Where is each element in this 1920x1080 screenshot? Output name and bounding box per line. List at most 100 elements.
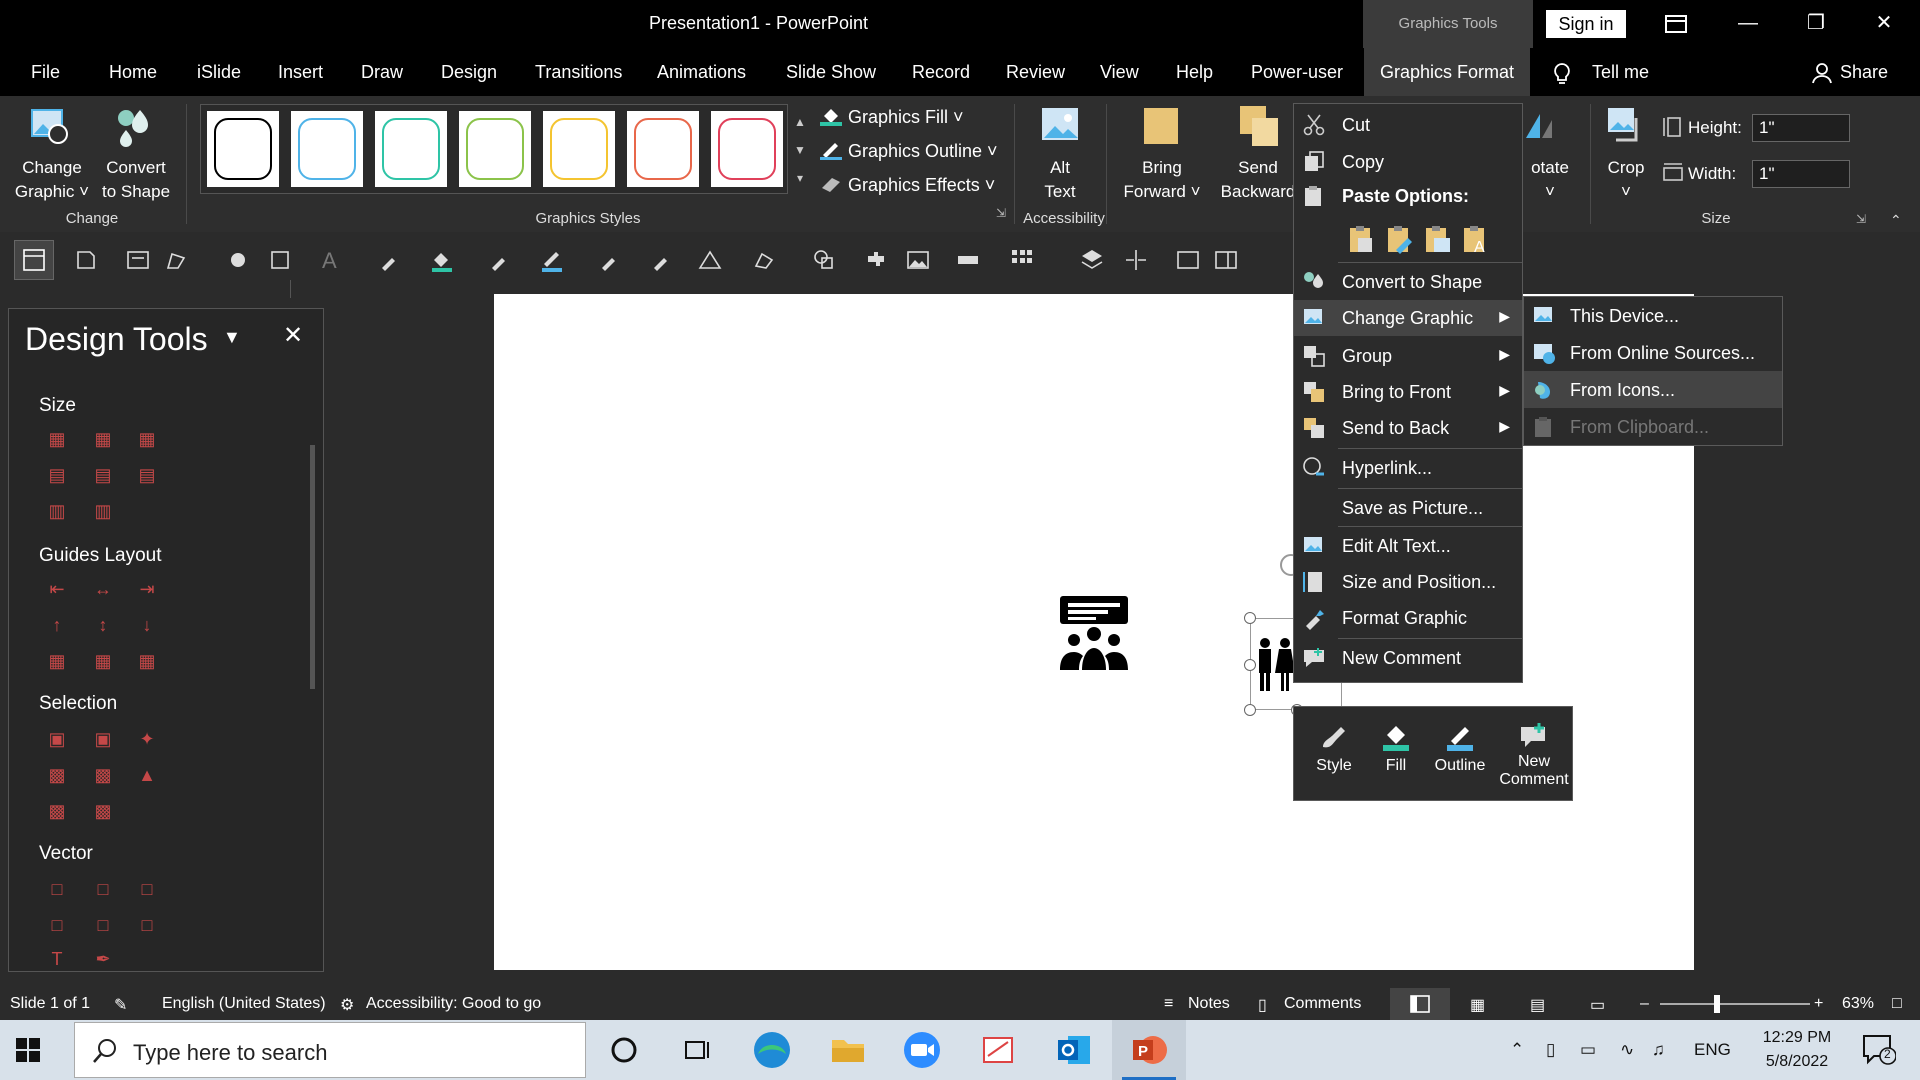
zoom-in-button[interactable]: + — [1814, 995, 1823, 1013]
style-swatch[interactable] — [543, 111, 615, 187]
puzzle-icon[interactable] — [864, 248, 888, 272]
align-icon[interactable] — [698, 248, 722, 272]
gallery-scroll[interactable]: ▲ ▼ ▾ — [792, 108, 808, 192]
guide-center-icon[interactable]: ↔ — [93, 579, 113, 599]
snipping-tool-icon[interactable] — [974, 1026, 1022, 1074]
mini-fill-button[interactable]: Fill — [1364, 713, 1428, 797]
menu-item-hyperlink[interactable]: Hyperlink... — [1294, 450, 1522, 486]
comments-icon[interactable]: ▯ — [1258, 995, 1267, 1015]
bring-forward-button[interactable]: Bring Forward ˅ — [1116, 156, 1208, 204]
grid-icon[interactable] — [1010, 248, 1034, 272]
freeform-tool-icon[interactable] — [164, 248, 188, 272]
eyedropper-icon[interactable] — [488, 248, 512, 272]
size-tool-icon[interactable]: ▥ — [93, 501, 113, 521]
battery-icon[interactable]: ▭ — [1580, 1040, 1596, 1060]
size-dialog-launcher-icon[interactable]: ⇲ — [1856, 212, 1866, 226]
windows-start-icon[interactable] — [16, 1038, 40, 1067]
layers-icon[interactable] — [1080, 248, 1104, 272]
panel-close-icon[interactable]: ✕ — [283, 321, 303, 350]
menu-item-format-graphic[interactable]: Format Graphic — [1294, 600, 1522, 636]
taskbar-search-box[interactable]: Type here to search — [74, 1022, 586, 1078]
comments-button[interactable]: Comments — [1284, 995, 1361, 1013]
tab-animations[interactable]: Animations — [657, 62, 746, 83]
menu-item-save-as-picture[interactable]: Save as Picture... — [1294, 490, 1522, 526]
powerpoint-taskbar-button[interactable]: P — [1112, 1020, 1186, 1080]
menu-item-cut[interactable]: Cut — [1294, 107, 1522, 143]
paste-picture-icon[interactable] — [1424, 224, 1452, 254]
tab-slide-show[interactable]: Slide Show — [786, 62, 876, 83]
tab-insert[interactable]: Insert — [278, 62, 323, 83]
minimize-icon[interactable]: — — [1720, 0, 1776, 48]
style-swatch[interactable] — [375, 111, 447, 187]
eyedropper-icon[interactable] — [378, 248, 402, 272]
menu-item-send-to-back[interactable]: Send to Back ▶ — [1294, 410, 1522, 446]
resize-handle[interactable] — [1244, 659, 1256, 671]
vector-tool-icon[interactable]: □ — [137, 915, 157, 935]
input-language[interactable]: ENG — [1694, 1040, 1731, 1060]
tab-power-user[interactable]: Power-user — [1251, 62, 1343, 83]
notes-icon[interactable]: ≡ — [1164, 995, 1173, 1013]
size-tool-icon[interactable]: ▦ — [137, 429, 157, 449]
layout-tool-button[interactable] — [14, 240, 54, 280]
tab-transitions[interactable]: Transitions — [535, 62, 622, 83]
convert-shape-icon[interactable] — [112, 104, 156, 148]
vector-tool-icon[interactable]: □ — [93, 915, 113, 935]
line-color-icon[interactable] — [540, 248, 564, 272]
resize-handle[interactable] — [1244, 704, 1256, 716]
panel-scrollbar[interactable] — [310, 445, 315, 689]
select-tool-icon[interactable]: ▩ — [47, 801, 67, 821]
zoom-level[interactable]: 63% — [1842, 995, 1874, 1013]
send-backward-icon[interactable] — [1238, 104, 1282, 148]
guide-top-icon[interactable]: ↑ — [47, 615, 67, 635]
accessibility-icon[interactable]: ⚙ — [340, 995, 354, 1015]
guide-middle-icon[interactable]: ↕ — [93, 615, 113, 635]
paint-tool-icon[interactable] — [226, 248, 250, 272]
spell-check-icon[interactable]: ✎ — [114, 995, 127, 1015]
resize-handle[interactable] — [1244, 612, 1256, 624]
menu-item-size-and-position[interactable]: Size and Position... — [1294, 564, 1522, 600]
task-view-icon[interactable] — [672, 1026, 720, 1074]
mini-style-button[interactable]: Style — [1302, 713, 1366, 797]
crop-icon[interactable] — [1606, 106, 1646, 146]
mini-outline-button[interactable]: Outline — [1428, 713, 1492, 797]
text-layout-icon[interactable] — [1176, 248, 1200, 272]
image-icon[interactable] — [906, 248, 930, 272]
menu-item-bring-to-front[interactable]: Bring to Front ▶ — [1294, 374, 1522, 410]
fill-color-icon[interactable] — [430, 248, 454, 272]
guide-bottom-icon[interactable]: ↓ — [137, 615, 157, 635]
tab-home[interactable]: Home — [109, 62, 157, 83]
presentation-audience-icon[interactable] — [1058, 594, 1130, 670]
send-backward-button[interactable]: Send Backward — [1210, 156, 1306, 204]
notes-button[interactable]: Notes — [1188, 995, 1230, 1013]
clock[interactable]: 12:29 PM 5/8/2022 — [1752, 1026, 1842, 1074]
convert-to-shape-button[interactable]: Convert to Shape — [94, 156, 178, 204]
alt-text-button[interactable]: Alt Text — [1025, 156, 1095, 204]
bring-forward-icon[interactable] — [1142, 104, 1182, 148]
zoom-slider-thumb[interactable] — [1714, 995, 1720, 1013]
split-icon[interactable] — [1124, 248, 1148, 272]
notification-center-icon[interactable]: 2 — [1862, 1034, 1897, 1071]
submenu-item-this-device[interactable]: This Device... — [1524, 297, 1782, 334]
paste-keep-source-icon[interactable] — [1348, 224, 1376, 254]
collapse-ribbon-icon[interactable]: ⌃ — [1890, 212, 1902, 229]
tab-draw[interactable]: Draw — [361, 62, 403, 83]
vector-tool-icon[interactable]: □ — [93, 879, 113, 899]
table-layout-icon[interactable] — [1214, 248, 1238, 272]
select-tool-icon[interactable]: ▩ — [93, 765, 113, 785]
graphics-effects-button[interactable]: Graphics Effects ˅ — [820, 174, 995, 196]
file-explorer-icon[interactable] — [824, 1026, 872, 1074]
slide-indicator[interactable]: Slide 1 of 1 — [10, 995, 90, 1013]
style-swatch[interactable] — [291, 111, 363, 187]
eyedropper-icon[interactable] — [598, 248, 622, 272]
language-indicator[interactable]: English (United States) — [162, 995, 326, 1013]
size-tool-icon[interactable]: ▤ — [137, 465, 157, 485]
show-hidden-icons-icon[interactable]: ⌃ — [1510, 1040, 1524, 1060]
font-color-icon[interactable]: A — [322, 248, 346, 273]
cortana-icon[interactable] — [600, 1026, 648, 1074]
wifi-icon[interactable]: ∿ — [1620, 1040, 1634, 1060]
height-input[interactable]: 1" — [1752, 114, 1850, 142]
shape-tool-icon[interactable] — [74, 248, 98, 272]
tab-islide[interactable]: iSlide — [197, 62, 241, 83]
share-button[interactable]: Share — [1840, 62, 1888, 83]
size-tool-icon[interactable]: ▤ — [93, 465, 113, 485]
